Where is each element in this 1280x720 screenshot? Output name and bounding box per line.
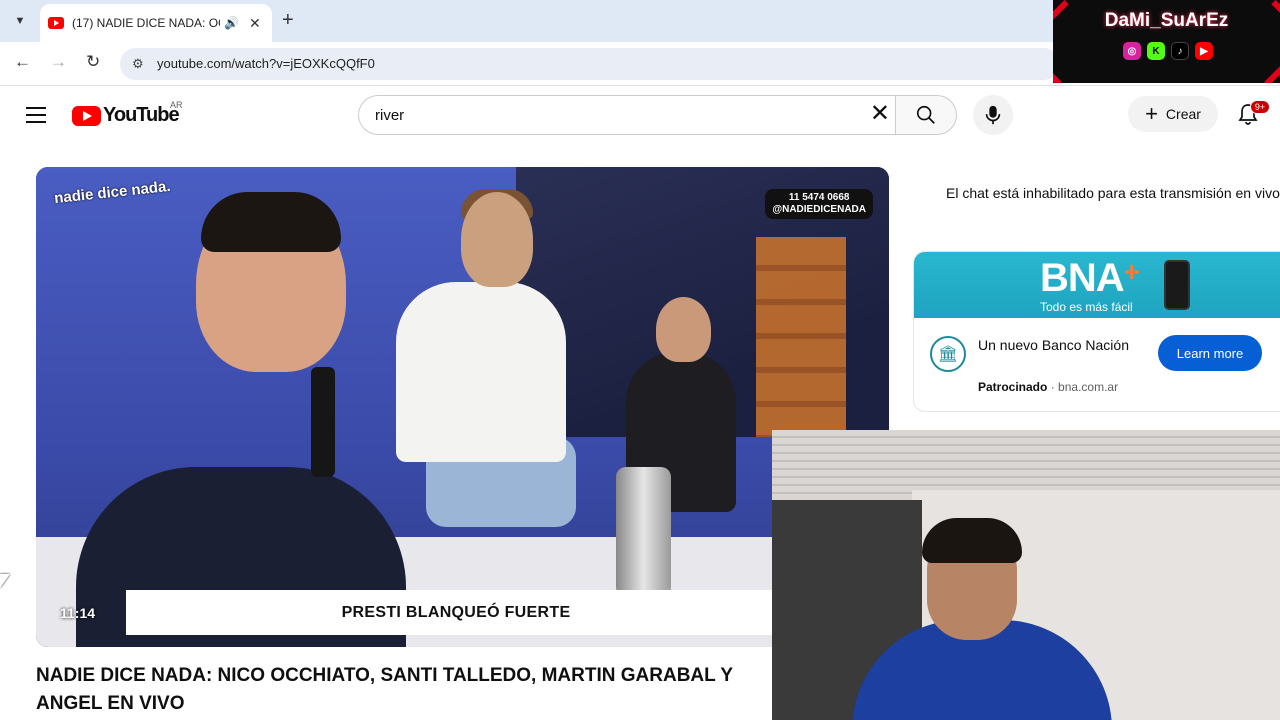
kick-icon: K <box>1147 42 1165 60</box>
streamer-name: DaMi_SuArEz <box>1104 10 1229 31</box>
create-button[interactable]: + Crear <box>1128 96 1218 132</box>
site-info-icon[interactable]: ⚙ <box>132 56 144 72</box>
streamer-overlay: DaMi_SuArEz ◎ K ♪ ▶ <box>1053 0 1280 83</box>
forward-arrow-icon[interactable]: → <box>50 52 67 72</box>
notification-count-badge: 9+ <box>1250 100 1270 114</box>
ad-plus-icon: + <box>1123 256 1140 287</box>
social-icons-row: ◎ K ♪ ▶ <box>1123 42 1213 60</box>
ad-sponsored-label: Patrocinado <box>978 380 1048 394</box>
youtube-play-icon <box>72 105 101 126</box>
clear-search-icon[interactable]: ✕ <box>870 102 890 126</box>
ad-domain: bna.com.ar <box>1058 380 1119 394</box>
ad-title[interactable]: Un nuevo Banco Nación <box>978 334 1148 356</box>
video-title: NADIE DICE NADA: NICO OCCHIATO, SANTI TA… <box>36 665 733 714</box>
youtube-logo[interactable]: YouTube <box>72 104 180 127</box>
ad-brand-text: BNA <box>1040 256 1125 300</box>
show-handle: @NADIEDICENADA <box>772 204 866 215</box>
speaker-icon[interactable]: 🔊 <box>224 16 239 30</box>
bank-icon: 🏛 <box>930 336 966 372</box>
voice-search-button[interactable] <box>973 95 1013 135</box>
webcam-person <box>922 518 1022 563</box>
reload-icon[interactable]: ↻ <box>86 52 100 72</box>
search-icon <box>916 105 935 124</box>
new-tab-plus-icon[interactable]: + <box>282 9 294 32</box>
ad-banner[interactable]: BNA+ Todo es más fácil <box>914 252 1280 318</box>
video-timestamp: 11:14 <box>60 605 96 621</box>
video-frame-person <box>201 192 341 252</box>
search-value[interactable]: river <box>375 107 404 124</box>
video-frame-thermos <box>616 467 671 597</box>
plus-icon: + <box>1145 101 1158 126</box>
show-phone-number: 11 5474 0668 <box>788 192 850 203</box>
tab-list-chevron-icon[interactable]: ▼ <box>8 9 32 33</box>
ad-phone-image <box>1164 260 1190 310</box>
youtube-favicon-icon <box>48 17 64 29</box>
video-frame-microphone <box>311 367 335 477</box>
video-player[interactable]: nadie dice nada. 11 5474 0668 @NADIEDICE… <box>36 167 889 647</box>
hamburger-menu-icon[interactable] <box>26 107 46 123</box>
region-code: AR <box>170 100 183 110</box>
youtube-header: YouTube AR river ✕ + Crear 9+ <box>0 86 1280 144</box>
video-frame-person <box>396 282 566 462</box>
tiktok-icon: ♪ <box>1171 42 1189 60</box>
sponsored-ad-card[interactable]: BNA+ Todo es más fácil 🏛 Un nuevo Banco … <box>913 251 1280 412</box>
close-tab-icon[interactable]: ✕ <box>249 15 261 32</box>
instagram-icon: ◎ <box>1123 42 1141 60</box>
browser-tab-active[interactable]: (17) NADIE DICE NADA: OC 🔊 ✕ <box>40 4 272 42</box>
back-arrow-icon[interactable]: ← <box>14 52 31 72</box>
mouse-cursor-icon <box>0 574 10 588</box>
ad-domain-separator: · <box>1050 380 1059 394</box>
ad-slogan: Todo es más fácil <box>1040 300 1133 314</box>
chat-disabled-notice: El chat está inhabilitado para esta tran… <box>946 185 1280 201</box>
search-input[interactable]: river ✕ <box>358 95 896 135</box>
video-frame-person <box>461 192 533 287</box>
ad-brand: BNA+ <box>1040 256 1140 301</box>
tab-title: (17) NADIE DICE NADA: OC <box>72 16 220 30</box>
video-frame-sign <box>756 237 846 437</box>
video-chyron: PRESTI BLANQUEÓ FUERTE <box>126 590 786 635</box>
video-frame-person <box>656 297 711 362</box>
microphone-icon <box>985 105 1001 125</box>
streamer-webcam <box>772 430 1280 720</box>
show-contact: 11 5474 0668 @NADIEDICENADA <box>765 189 873 219</box>
url-text[interactable]: youtube.com/watch?v=jEOXKcQQfF0 <box>157 56 375 71</box>
address-bar[interactable]: ⚙ youtube.com/watch?v=jEOXKcQQfF0 <box>120 48 1060 80</box>
youtube-icon: ▶ <box>1195 42 1213 60</box>
youtube-logo-text: YouTube <box>103 104 180 126</box>
search-button[interactable] <box>895 95 957 135</box>
learn-more-button[interactable]: Learn more <box>1158 335 1262 371</box>
ad-sponsored-line: Patrocinado · bna.com.ar <box>978 380 1118 394</box>
create-label: Crear <box>1165 106 1201 122</box>
